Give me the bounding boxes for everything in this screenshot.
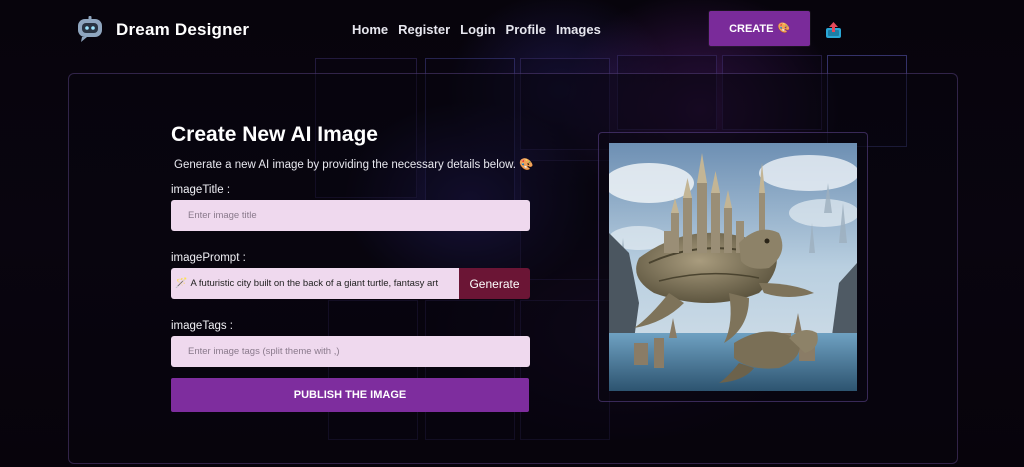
image-prompt-row: 🪄 A futuristic city built on the back of… — [171, 268, 530, 299]
image-tags-label: imageTags : — [171, 320, 234, 332]
page-subtitle: Generate a new AI image by providing the… — [174, 159, 534, 171]
create-button[interactable]: CREATE 🎨 — [709, 11, 810, 46]
page-title: Create New AI Image — [171, 123, 378, 146]
create-button-label: CREATE — [729, 22, 774, 35]
nav-login-link[interactable]: Login — [460, 22, 495, 37]
image-title-input[interactable] — [171, 200, 530, 231]
image-tags-input[interactable] — [171, 336, 530, 367]
image-prompt-value: A futuristic city built on the back of a… — [190, 278, 439, 289]
turtle-city-image — [609, 143, 857, 391]
publish-image-button[interactable]: PUBLISH THE IMAGE — [171, 378, 529, 412]
robot-chat-icon[interactable] — [76, 15, 104, 43]
generate-button[interactable]: Generate — [459, 268, 530, 299]
magic-wand-icon: 🪄 — [175, 278, 188, 289]
page: Dream Designer Home Register Login Profi… — [0, 0, 1024, 467]
brand-name[interactable]: Dream Designer — [116, 20, 249, 40]
palette-icon: 🎨 — [777, 23, 790, 34]
upload-icon[interactable] — [825, 21, 842, 39]
nav-profile-link[interactable]: Profile — [506, 22, 546, 37]
nav-images-link[interactable]: Images — [556, 22, 601, 37]
nav-register-link[interactable]: Register — [398, 22, 450, 37]
top-nav: Dream Designer Home Register Login Profi… — [0, 0, 1024, 58]
main-nav: Home Register Login Profile Images — [352, 22, 601, 37]
image-prompt-label: imagePrompt : — [171, 252, 246, 264]
image-prompt-input[interactable]: 🪄 A futuristic city built on the back of… — [171, 268, 459, 299]
image-title-label: imageTitle : — [171, 184, 231, 196]
nav-home-link[interactable]: Home — [352, 22, 388, 37]
